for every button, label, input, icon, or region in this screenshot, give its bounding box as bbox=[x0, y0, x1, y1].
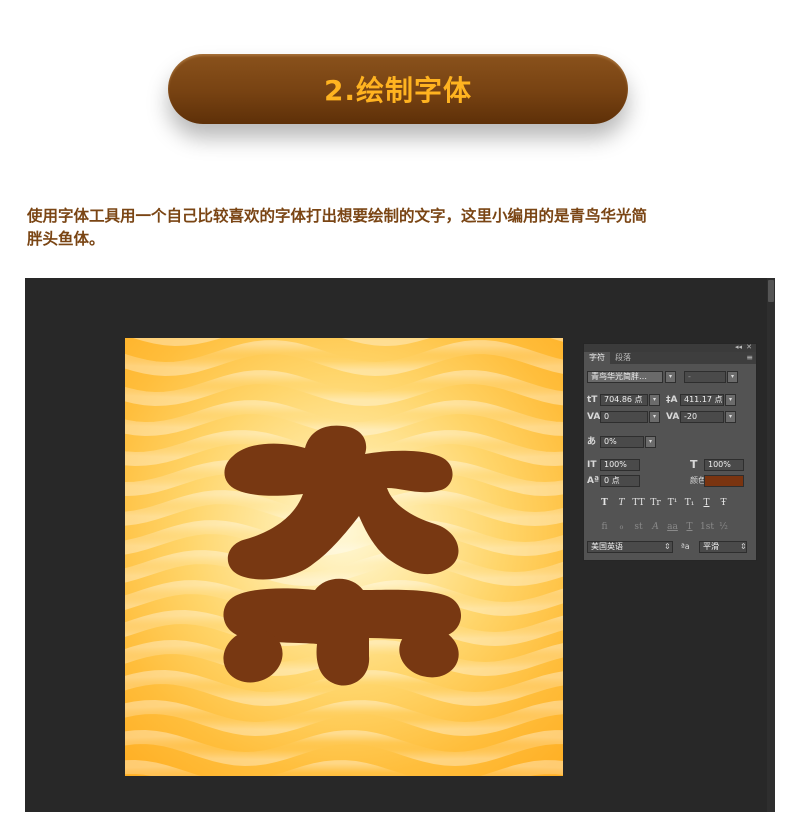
font-size-field[interactable]: 704.86 点 bbox=[600, 394, 648, 406]
collapse-icon[interactable]: ◂◂ bbox=[735, 343, 742, 352]
stylistic-alternates-button[interactable]: aa bbox=[666, 521, 679, 533]
language-dropdown-icon[interactable]: ⇕ bbox=[664, 541, 671, 553]
titling-alternates-button[interactable]: T bbox=[683, 521, 696, 533]
tab-character[interactable]: 字符 bbox=[584, 352, 610, 364]
section-title: 2.绘制字体 bbox=[323, 74, 473, 107]
description-line-2: 胖头鱼体。 bbox=[27, 230, 105, 248]
kerning-field[interactable]: 0 bbox=[600, 411, 648, 423]
strikethrough-button[interactable]: Ŧ bbox=[717, 497, 730, 509]
tsume-icon: あ bbox=[587, 437, 597, 447]
font-style-select[interactable]: - bbox=[684, 371, 726, 383]
photoshop-workspace: ◂◂ ✕ 字符 段落 ≡ 青鸟华光简胖… ▾ - ▾ tT 704.86 点 ▾… bbox=[25, 278, 775, 812]
font-size-dropdown[interactable]: ▾ bbox=[649, 394, 660, 406]
tsume-field[interactable]: 0% bbox=[600, 436, 644, 448]
faux-italic-button[interactable]: T bbox=[615, 497, 628, 509]
antialias-label: ªa bbox=[681, 542, 690, 551]
scrollbar-thumb[interactable] bbox=[768, 280, 774, 302]
vertical-scale-field[interactable]: 100% bbox=[600, 459, 640, 471]
kerning-icon: VA bbox=[587, 412, 601, 422]
leading-icon: ‡A bbox=[666, 395, 678, 405]
document-canvas[interactable] bbox=[125, 338, 563, 776]
contextual-alternates-button[interactable]: ℴ bbox=[615, 521, 628, 533]
font-style-buttons: T T TT Tr T¹ T₁ T Ŧ bbox=[598, 497, 730, 509]
tracking-field[interactable]: -20 bbox=[680, 411, 724, 423]
ordinals-button[interactable]: 1st bbox=[700, 521, 714, 533]
all-caps-button[interactable]: TT bbox=[632, 497, 645, 509]
text-layer-glyph[interactable] bbox=[125, 338, 563, 776]
faux-bold-button[interactable]: T bbox=[598, 497, 611, 509]
ligatures-button[interactable]: fi bbox=[598, 521, 611, 533]
font-family-dropdown[interactable]: ▾ bbox=[665, 371, 676, 383]
glyph-top-stroke bbox=[224, 425, 459, 580]
character-panel: ◂◂ ✕ 字符 段落 ≡ 青鸟华光简胖… ▾ - ▾ tT 704.86 点 ▾… bbox=[583, 343, 757, 561]
fractions-button[interactable]: ½ bbox=[717, 521, 730, 533]
panel-menu-icon[interactable]: ≡ bbox=[746, 352, 753, 364]
opentype-buttons: fi ℴ st A aa T 1st ½ bbox=[598, 521, 730, 533]
panel-titlebar[interactable]: ◂◂ ✕ bbox=[584, 343, 756, 352]
vertical-scale-icon: IT bbox=[587, 460, 597, 470]
superscript-button[interactable]: T¹ bbox=[666, 497, 679, 509]
close-icon[interactable]: ✕ bbox=[746, 343, 752, 352]
tracking-dropdown[interactable]: ▾ bbox=[725, 411, 736, 423]
language-select[interactable]: 美国英语 bbox=[587, 541, 673, 553]
section-title-banner: 2.绘制字体 bbox=[168, 54, 628, 124]
description-line-1: 使用字体工具用一个自己比较喜欢的字体打出想要绘制的文字，这里小编用的是青鸟华光简 bbox=[27, 207, 648, 225]
panel-tabs: 字符 段落 ≡ bbox=[584, 352, 756, 364]
horizontal-scale-field[interactable]: 100% bbox=[704, 459, 744, 471]
leading-dropdown[interactable]: ▾ bbox=[725, 394, 736, 406]
font-size-icon: tT bbox=[587, 395, 598, 405]
small-caps-button[interactable]: Tr bbox=[649, 497, 662, 509]
text-color-swatch[interactable] bbox=[704, 475, 744, 487]
swash-button[interactable]: A bbox=[649, 521, 662, 533]
font-family-select[interactable]: 青鸟华光简胖… bbox=[587, 371, 663, 383]
tracking-icon: VA bbox=[666, 412, 680, 422]
tsume-dropdown[interactable]: ▾ bbox=[645, 436, 656, 448]
font-style-dropdown[interactable]: ▾ bbox=[727, 371, 738, 383]
underline-button[interactable]: T bbox=[700, 497, 713, 509]
kerning-dropdown[interactable]: ▾ bbox=[649, 411, 660, 423]
vertical-scrollbar[interactable] bbox=[767, 278, 775, 812]
baseline-shift-icon: Aª bbox=[587, 476, 600, 486]
antialias-dropdown-icon[interactable]: ⇕ bbox=[740, 541, 747, 553]
leading-field[interactable]: 411.17 点 bbox=[680, 394, 724, 406]
baseline-shift-field[interactable]: 0 点 bbox=[600, 475, 640, 487]
subscript-button[interactable]: T₁ bbox=[683, 497, 696, 509]
description-text: 使用字体工具用一个自己比较喜欢的字体打出想要绘制的文字，这里小编用的是青鸟华光简… bbox=[27, 205, 777, 251]
discretionary-ligatures-button[interactable]: st bbox=[632, 521, 645, 533]
horizontal-scale-icon: T bbox=[690, 458, 698, 471]
tab-paragraph[interactable]: 段落 bbox=[610, 352, 636, 364]
